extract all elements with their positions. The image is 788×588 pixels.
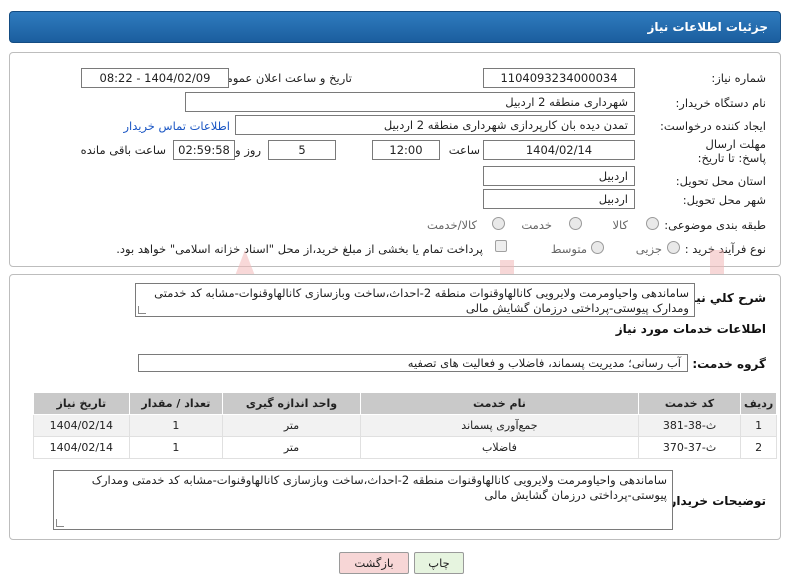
buyer-org-label: نام دستگاه خریدار: [675, 96, 766, 110]
cell-unit: متر [222, 436, 361, 459]
table-row: 1 ث-38-381 جمع‌آوری پسماند متر 1 1404/02… [33, 414, 777, 437]
cell-row-number: 1 [740, 414, 777, 437]
deadline-time-label: ساعت [448, 143, 480, 157]
table-row: 2 ث-37-370 فاضلاب متر 1 1404/02/14 [33, 436, 777, 459]
resize-handle[interactable] [138, 306, 146, 314]
deadline-time-field: 12:00 [372, 140, 440, 160]
remaining-label: ساعت باقی مانده [80, 143, 166, 157]
cell-quantity: 1 [128, 414, 224, 437]
category-goods-service-radio[interactable] [492, 217, 505, 230]
city-field: اردبیل [483, 189, 635, 209]
buyer-contact-link[interactable]: اطلاعات تماس خریدار [123, 119, 230, 133]
category-label: طبقه بندی موضوعی: [664, 218, 766, 232]
category-service-label: خدمت [521, 218, 552, 232]
cell-unit: متر [222, 414, 361, 437]
col-service-code: کد خدمت [637, 392, 742, 415]
page-title: جزئیات اطلاعات نیاز [647, 20, 768, 34]
cell-service-code: ث-38-381 [637, 414, 742, 437]
resize-handle[interactable] [56, 519, 64, 527]
days-field: 5 [268, 140, 336, 160]
purchase-minor-radio[interactable] [667, 241, 680, 254]
col-quantity: تعداد / مقدار [128, 392, 224, 415]
category-service-radio[interactable] [569, 217, 582, 230]
col-need-date: تاریخ نیاز [33, 392, 130, 415]
need-desc-text: ساماندهی واحیاومرمت ولایرویی کانالهاوقنو… [154, 286, 689, 315]
col-row-number: ردیف [740, 392, 777, 415]
table-header-row: ردیف کد خدمت نام خدمت واحد اندازه گیری ت… [33, 392, 777, 415]
purchase-medium-radio[interactable] [591, 241, 604, 254]
deadline-label: مهلت ارسال پاسخ: تا تاریخ: [697, 137, 766, 165]
col-unit: واحد اندازه گیری [222, 392, 361, 415]
requester-label: ایجاد کننده درخواست: [660, 119, 766, 133]
city-label: شهر محل تحویل: [682, 193, 766, 207]
service-group-label: گروه خدمت: [692, 357, 766, 371]
category-goods-service-label: کالا/خدمت [426, 218, 477, 232]
need-number-label: شماره نیاز: [711, 71, 766, 85]
buyer-notes-textarea[interactable]: ساماندهی واحیاومرمت ولایرویی کانالهاوقنو… [53, 470, 673, 530]
announce-datetime-field: 1404/02/09 - 08:22 [81, 68, 229, 88]
need-number-field: 1104093234000034 [483, 68, 635, 88]
province-field: اردبیل [483, 166, 635, 186]
buyer-notes-label: توضیحات خریدار: [664, 494, 766, 508]
purchase-minor-label: جزیی [635, 242, 662, 256]
buyer-notes-text: ساماندهی واحیاومرمت ولایرویی کانالهاوقنو… [91, 473, 667, 502]
requester-field: تمدن دیده بان کارپردازی شهرداری منطقه 2 … [235, 115, 635, 135]
col-service-name: نام خدمت [359, 392, 639, 415]
cell-service-name: فاضلاب [359, 436, 639, 459]
page-header: جزئیات اطلاعات نیاز [9, 11, 781, 43]
services-info-title: اطلاعات خدمات مورد نیاز [615, 322, 766, 336]
services-table: ردیف کد خدمت نام خدمت واحد اندازه گیری ت… [33, 392, 777, 459]
announce-datetime-label: تاریخ و ساعت اعلان عمومی: [213, 71, 352, 85]
cell-need-date: 1404/02/14 [33, 436, 130, 459]
day-and-label: روز و [235, 143, 261, 157]
cell-need-date: 1404/02/14 [33, 414, 130, 437]
need-desc-textarea[interactable]: ساماندهی واحیاومرمت ولایرویی کانالهاوقنو… [135, 283, 695, 317]
province-label: استان محل تحویل: [675, 174, 766, 188]
buyer-org-field: شهرداری منطقه 2 اردبیل [185, 92, 635, 112]
treasury-payment-note: پرداخت تمام یا بخشی از مبلغ خرید،از محل … [116, 242, 483, 256]
treasury-payment-checkbox[interactable] [495, 240, 507, 252]
purchase-type-label: نوع فرآیند خرید : [684, 242, 766, 256]
back-button[interactable]: بازگشت [339, 552, 409, 574]
deadline-date-field: 1404/02/14 [483, 140, 635, 160]
category-goods-label: کالا [612, 218, 628, 232]
cell-service-code: ث-37-370 [637, 436, 742, 459]
purchase-medium-label: متوسط [550, 242, 587, 256]
remaining-time-field: 02:59:58 [173, 140, 235, 160]
cell-service-name: جمع‌آوری پسماند [359, 414, 639, 437]
print-button[interactable]: چاپ [414, 552, 464, 574]
category-goods-radio[interactable] [646, 217, 659, 230]
cell-row-number: 2 [740, 436, 777, 459]
cell-quantity: 1 [128, 436, 224, 459]
service-group-field: آب رسانی؛ مدیریت پسماند، فاضلاب و فعالیت… [138, 354, 688, 372]
